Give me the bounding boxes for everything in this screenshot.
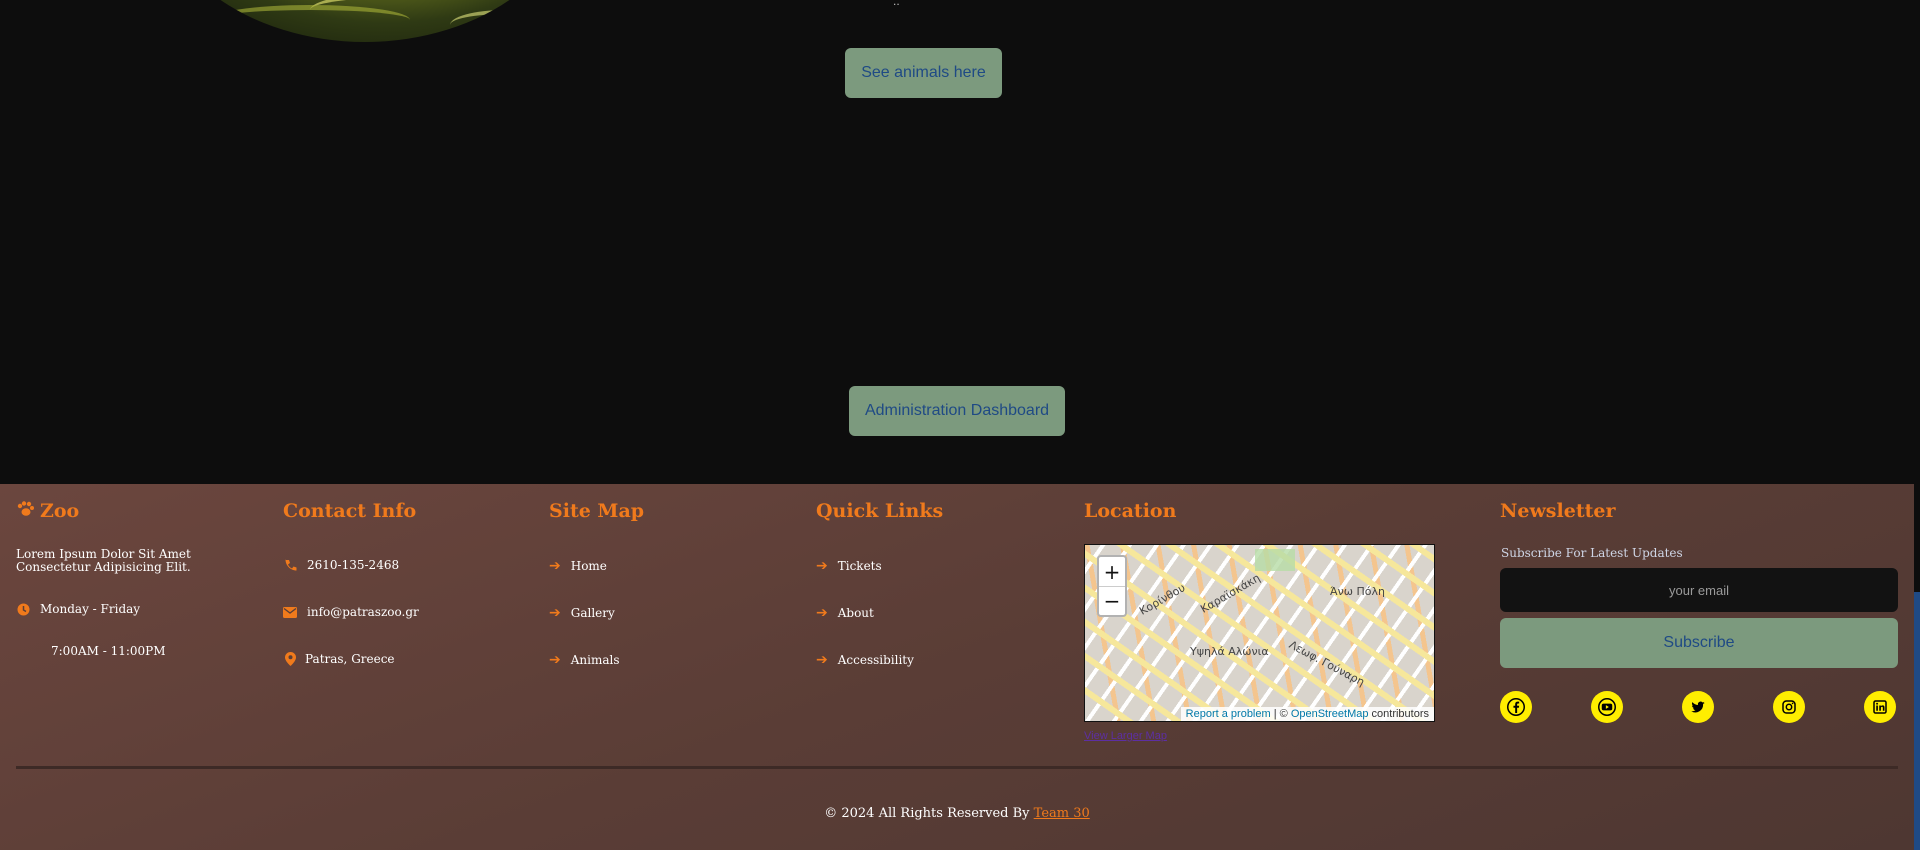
openstreetmap-link[interactable]: OpenStreetMap [1291, 708, 1369, 720]
map-label: Λεωφ. Γούναρη [1286, 638, 1367, 689]
quicklink-accessibility[interactable]: ➔ Accessibility [816, 652, 914, 668]
quicklink-tickets[interactable]: ➔ Tickets [816, 558, 882, 574]
twitter-icon[interactable] [1682, 691, 1714, 723]
map-label: Κορίνθου [1137, 581, 1188, 618]
scrollbar-thumb[interactable] [1914, 592, 1920, 850]
arrow-right-icon: ➔ [816, 605, 828, 621]
map-label: Άνω Πόλη [1330, 585, 1385, 598]
zoom-out-button[interactable]: − [1099, 586, 1125, 615]
location-map[interactable]: Άνω Πόλη Υψηλά Αλώνια Κορίνθου Λεωφ. Γού… [1084, 544, 1435, 722]
subscribe-button[interactable]: Subscribe [1500, 618, 1898, 668]
footer: Zoo Lorem Ipsum Dolor Sit Amet Consectet… [0, 484, 1914, 850]
arrow-right-icon: ➔ [816, 558, 828, 574]
location-title: Location [1084, 500, 1177, 522]
newsletter-subtitle: Subscribe For Latest Updates [1501, 546, 1683, 560]
copyright: © 2024 All Rights Reserved By Team 30 [824, 806, 1090, 821]
zoom-in-button[interactable]: + [1099, 557, 1125, 586]
see-animals-button[interactable]: See animals here [845, 48, 1002, 98]
arrow-right-icon: ➔ [549, 558, 561, 574]
arrow-right-icon: ➔ [816, 652, 828, 668]
instagram-icon[interactable] [1773, 691, 1805, 723]
admin-dashboard-button[interactable]: Administration Dashboard [849, 386, 1065, 436]
opening-days: Monday - Friday [16, 602, 140, 616]
contact-email[interactable]: info@patraszoo.gr [283, 605, 419, 619]
map-pin-icon [283, 652, 297, 666]
map-park [1255, 549, 1295, 571]
contact-address: Patras, Greece [283, 652, 395, 666]
opening-hours: 7:00AM - 11:00PM [51, 644, 166, 658]
main-section: .. See animals here Administration Dashb… [0, 0, 1914, 484]
map-attribution: Report a problem | © OpenStreetMap contr… [1180, 707, 1434, 721]
envelope-icon [283, 606, 297, 618]
contact-phone[interactable]: 2610-135-2468 [283, 558, 399, 572]
facebook-icon[interactable] [1500, 691, 1532, 723]
map-zoom-control: + − [1097, 555, 1127, 617]
youtube-icon[interactable] [1591, 691, 1623, 723]
contact-title: Contact Info [283, 500, 417, 522]
quicklinks-title: Quick Links [816, 500, 944, 522]
brand-title: Zoo [16, 500, 79, 522]
arrow-right-icon: ➔ [549, 605, 561, 621]
newsletter-title: Newsletter [1500, 500, 1616, 522]
newsletter-email-input[interactable] [1500, 568, 1898, 612]
report-problem-link[interactable]: Report a problem [1186, 708, 1271, 720]
arrow-right-icon: ➔ [549, 652, 561, 668]
phone-icon [283, 559, 297, 572]
sitemap-link-gallery[interactable]: ➔ Gallery [549, 605, 615, 621]
sitemap-link-home[interactable]: ➔ Home [549, 558, 607, 574]
map-label: Καραϊσκάκη [1198, 571, 1263, 616]
animal-image [150, 0, 580, 42]
footer-divider [16, 766, 1898, 769]
sitemap-title: Site Map [549, 500, 645, 522]
linkedin-icon[interactable] [1864, 691, 1896, 723]
paw-icon [16, 500, 34, 522]
map-label: Υψηλά Αλώνια [1190, 645, 1269, 658]
cutoff-text: .. [893, 0, 900, 8]
clock-icon [16, 603, 30, 616]
quicklink-about[interactable]: ➔ About [816, 605, 874, 621]
brand-description: Lorem Ipsum Dolor Sit Amet Consectetur A… [16, 547, 191, 574]
sitemap-link-animals[interactable]: ➔ Animals [549, 652, 620, 668]
team-link[interactable]: Team 30 [1034, 806, 1090, 821]
view-larger-map-link[interactable]: View Larger Map [1084, 730, 1167, 742]
